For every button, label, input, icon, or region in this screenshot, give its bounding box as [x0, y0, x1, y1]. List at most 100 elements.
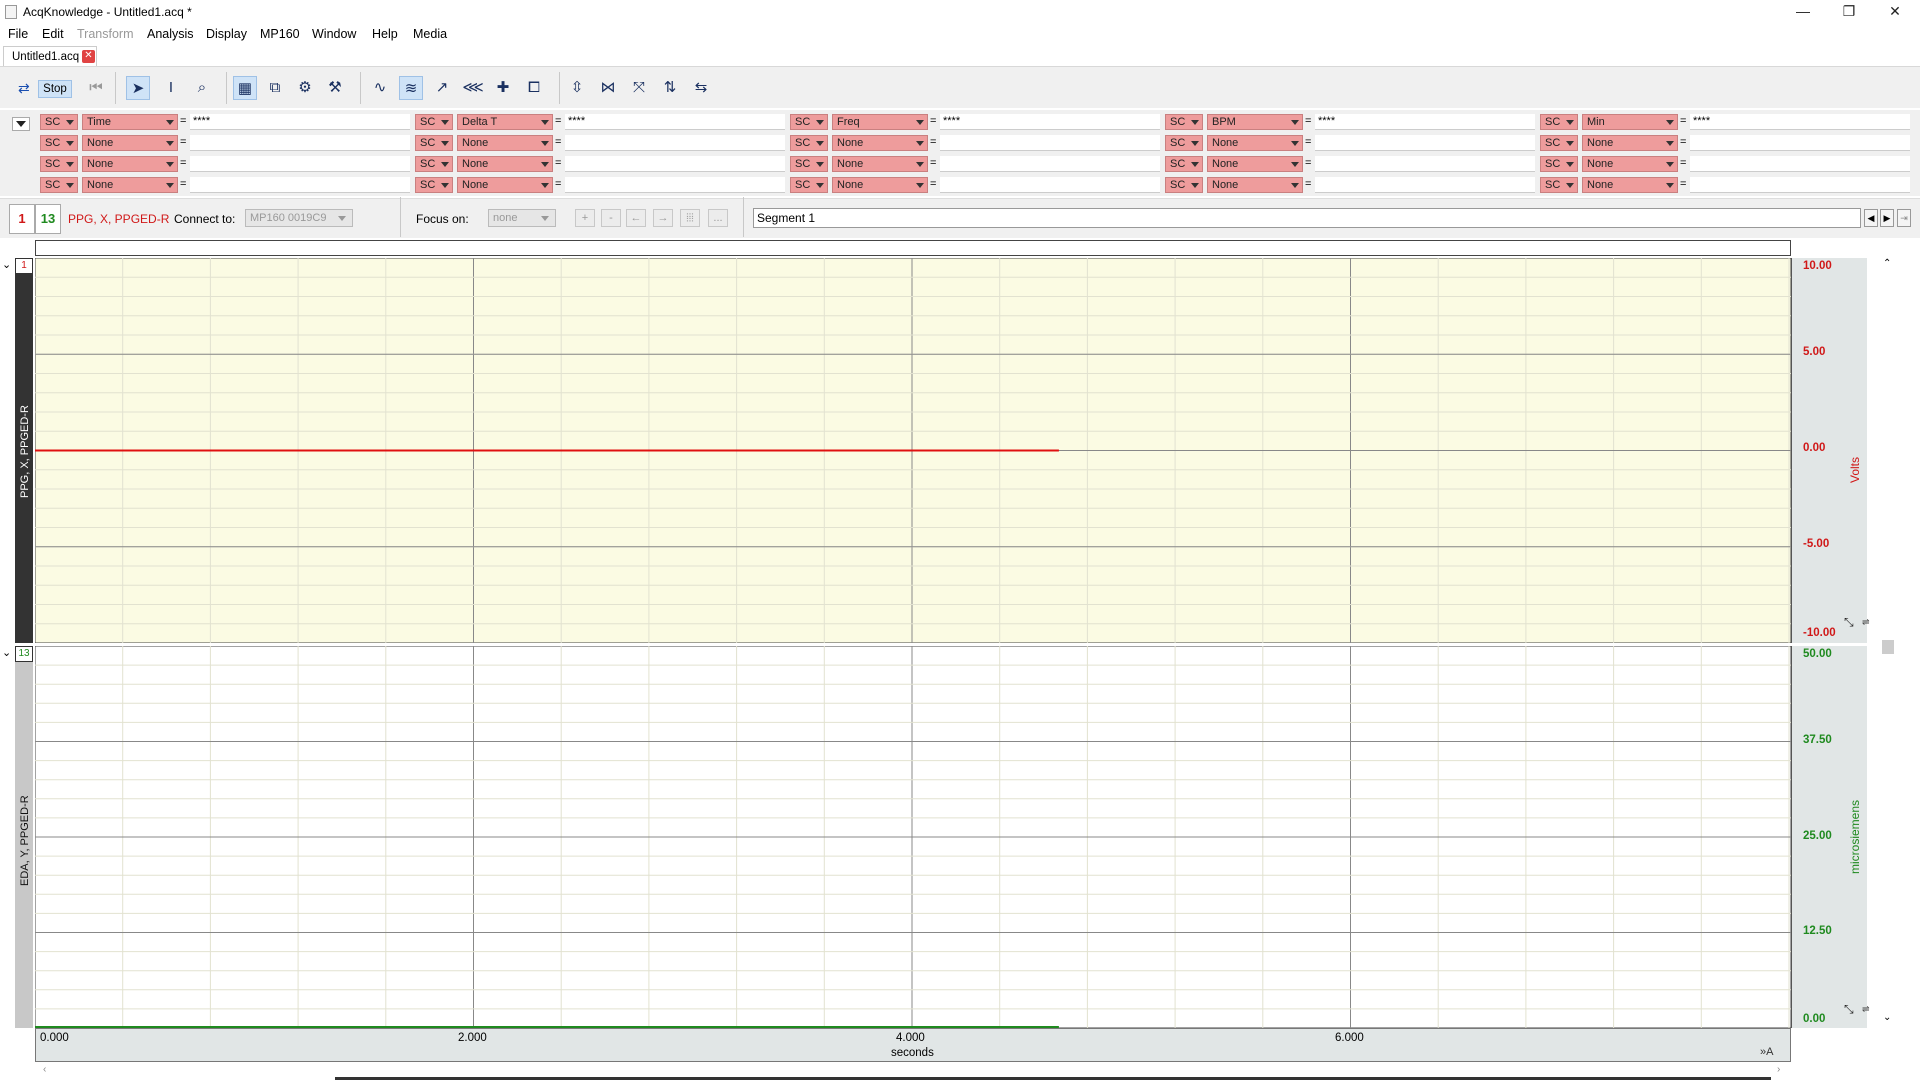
measurement-function-select[interactable]: None	[1582, 135, 1678, 151]
measurement-function-select[interactable]: BPM	[1207, 114, 1303, 130]
measurement-function-select[interactable]: None	[832, 135, 928, 151]
graph-icon[interactable]: ↗	[430, 76, 454, 100]
menu-mp160[interactable]: MP160	[260, 27, 300, 41]
measurement-source-select[interactable]: SC	[40, 135, 78, 151]
scrollbar-thumb[interactable]	[1882, 640, 1894, 654]
measurement-source-select[interactable]: SC	[1165, 177, 1203, 193]
measurement-function-select[interactable]: None	[457, 177, 553, 193]
arrow-tool-icon[interactable]: ➤	[126, 76, 150, 100]
measurement-source-select[interactable]: SC	[1540, 135, 1578, 151]
collapse-channel-13-icon[interactable]: ⌄	[2, 646, 11, 659]
event-bar[interactable]	[35, 240, 1791, 256]
channel-button-1[interactable]: 1	[9, 204, 35, 234]
split-icon[interactable]: ⧠	[522, 76, 546, 100]
measurement-source-select[interactable]: SC	[415, 114, 453, 130]
menu-window[interactable]: Window	[312, 27, 356, 41]
focus-more-button[interactable]: ...	[708, 209, 728, 227]
restore-button[interactable]: ❐	[1826, 0, 1872, 24]
focus-next-button[interactable]: →	[653, 209, 673, 227]
channel-1-sidebar[interactable]: 1 PPG, X, PPGED-R	[15, 258, 33, 643]
measurement-source-select[interactable]: SC	[790, 114, 828, 130]
measurement-source-select[interactable]: SC	[40, 177, 78, 193]
collapse-channel-1-icon[interactable]: ⌄	[2, 258, 11, 271]
measurement-function-select[interactable]: Delta T	[457, 114, 553, 130]
horizontal-scrollbar[interactable]: ‹ ›	[35, 1064, 1791, 1078]
measurement-source-select[interactable]: SC	[1165, 156, 1203, 172]
measurement-function-select[interactable]: None	[1207, 156, 1303, 172]
measurement-source-select[interactable]: SC	[40, 156, 78, 172]
document-tab[interactable]: Untitled1.acq ✕	[3, 46, 97, 66]
measurement-function-select[interactable]: None	[82, 135, 178, 151]
measurement-function-select[interactable]: None	[457, 156, 553, 172]
stop-button[interactable]: ⇄ Stop	[16, 80, 76, 98]
connect-select[interactable]: MP160 0019C9	[245, 209, 353, 227]
menu-media[interactable]: Media	[413, 27, 447, 41]
zoom-tool-icon[interactable]: ⌕	[190, 76, 214, 100]
menu-analysis[interactable]: Analysis	[147, 27, 194, 41]
focus-prev-button[interactable]: ←	[626, 209, 646, 227]
measurement-source-select[interactable]: SC	[415, 135, 453, 151]
menu-display[interactable]: Display	[206, 27, 247, 41]
measurement-source-select[interactable]: SC	[415, 156, 453, 172]
x-axis[interactable]: 0.000 2.000 4.000 6.000 seconds »A	[35, 1028, 1791, 1062]
measurement-source-select[interactable]: SC	[415, 177, 453, 193]
x-autoscale-icon[interactable]: »A	[1760, 1046, 1773, 1058]
fit-icon[interactable]: ⤧	[627, 76, 651, 100]
focus-add-button[interactable]: +	[575, 209, 595, 227]
scroll-left-icon[interactable]: ‹	[43, 1064, 46, 1075]
menu-help[interactable]: Help	[372, 27, 398, 41]
measurement-function-select[interactable]: None	[1582, 156, 1678, 172]
refresh-icon[interactable]: ⇆	[689, 76, 713, 100]
measurement-function-select[interactable]: None	[832, 177, 928, 193]
stacked-icon[interactable]: ≋	[399, 76, 423, 100]
calibrate-icon[interactable]: ⚒	[323, 76, 347, 100]
segment-field[interactable]: Segment 1	[753, 208, 1861, 228]
autoscale-icon[interactable]: ⤡	[1844, 615, 1854, 630]
measurement-function-select[interactable]: None	[457, 135, 553, 151]
measurement-function-select[interactable]: Min	[1582, 114, 1678, 130]
measurement-function-select[interactable]: Freq	[832, 114, 928, 130]
measurement-source-select[interactable]: SC	[790, 177, 828, 193]
chevron-up-icon[interactable]: ⌃	[1883, 258, 1891, 269]
measurement-function-select[interactable]: None	[82, 177, 178, 193]
channel-13-plot[interactable]	[35, 646, 1791, 1028]
measurement-function-select[interactable]: None	[1207, 135, 1303, 151]
measurement-source-select[interactable]: SC	[1540, 177, 1578, 193]
measurement-function-select[interactable]: None	[82, 156, 178, 172]
autoscale-icon[interactable]: ⇳	[565, 76, 589, 100]
channel-button-13[interactable]: 13	[35, 204, 61, 234]
rewind-icon[interactable]: ⏮	[84, 76, 108, 100]
overlap-icon[interactable]: ⧉	[263, 76, 287, 100]
measurement-source-select[interactable]: SC	[1165, 114, 1203, 130]
measurement-source-select[interactable]: SC	[40, 114, 78, 130]
chevron-down-icon[interactable]: ⌄	[1883, 1012, 1891, 1023]
measurement-source-select[interactable]: SC	[790, 135, 828, 151]
menu-file[interactable]: File	[8, 27, 28, 41]
measurement-source-select[interactable]: SC	[1540, 114, 1578, 130]
segment-end-icon[interactable]: ⇥	[1897, 209, 1911, 227]
focus-remove-button[interactable]: -	[601, 209, 621, 227]
wave-icon[interactable]: ∿	[368, 76, 392, 100]
measurement-function-select[interactable]: None	[1207, 177, 1303, 193]
cursor-move-icon[interactable]: ✚	[491, 76, 515, 100]
close-window-button[interactable]: ✕	[1872, 0, 1918, 24]
menu-edit[interactable]: Edit	[42, 27, 64, 41]
focus-grid-button[interactable]: ⦙⦙⦙	[680, 209, 700, 227]
minimize-button[interactable]: —	[1780, 0, 1826, 24]
scale-adjust-icon[interactable]: ⇌	[1862, 1004, 1870, 1015]
segment-next-icon[interactable]: ▶	[1880, 209, 1894, 227]
measurement-function-select[interactable]: Time	[82, 114, 178, 130]
multi-graph-icon[interactable]: ⋘	[461, 76, 485, 100]
measurement-function-select[interactable]: None	[1582, 177, 1678, 193]
settings-icon[interactable]: ⚙	[293, 76, 317, 100]
vertical-scrollbar[interactable]: ⌄	[1880, 640, 1896, 1028]
menu-transform[interactable]: Transform	[77, 27, 134, 41]
ibeam-tool-icon[interactable]: I	[159, 76, 183, 100]
scale-adjust-icon[interactable]: ⇌	[1862, 617, 1870, 628]
measurement-toggle[interactable]	[12, 117, 30, 131]
autoscale-icon[interactable]: ⤡	[1844, 1002, 1854, 1017]
measurement-source-select[interactable]: SC	[1165, 135, 1203, 151]
close-tab-icon[interactable]: ✕	[82, 50, 95, 63]
measurement-source-select[interactable]: SC	[790, 156, 828, 172]
autoscale-wave-icon[interactable]: ⋈	[596, 76, 620, 100]
